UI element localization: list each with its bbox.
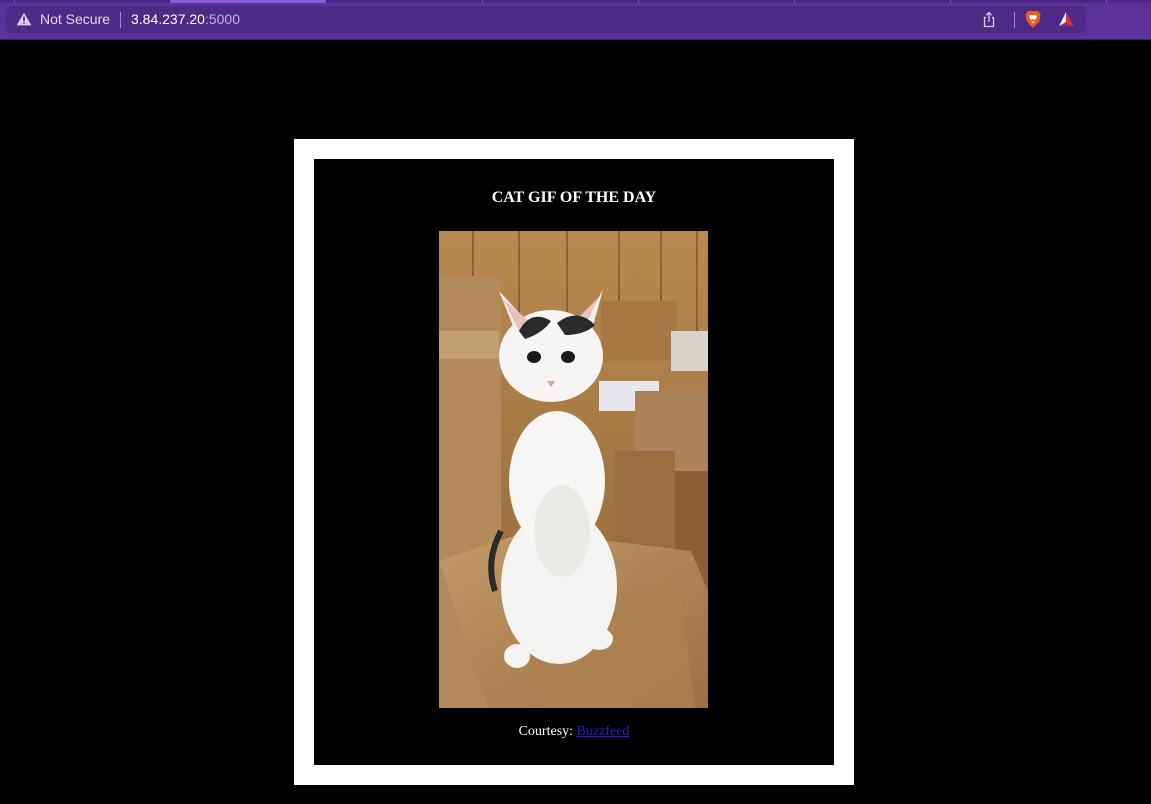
address-bar[interactable]: Not Secure 3.84.237.20:5000	[6, 6, 1086, 33]
courtesy-label: Courtesy:	[518, 724, 577, 739]
courtesy-line: Courtesy: Buzzfeed	[314, 724, 834, 740]
browser-toolbar: Not Secure 3.84.237.20:5000	[0, 0, 1151, 40]
security-status-label[interactable]: Not Secure	[40, 11, 110, 27]
brave-shields-icon[interactable]	[1024, 10, 1042, 29]
url-host: 3.84.237.20	[131, 11, 205, 27]
warning-triangle-icon[interactable]	[16, 12, 32, 26]
url-port: :5000	[204, 11, 241, 27]
page-title: CAT GIF OF THE DAY	[491, 189, 657, 206]
buzzfeed-link[interactable]: Buzzfeed	[577, 724, 630, 739]
cat-gif-image	[439, 231, 708, 708]
url-text[interactable]: 3.84.237.20:5000	[131, 11, 240, 27]
tab-separator	[482, 0, 483, 3]
tab-separator	[14, 0, 15, 3]
share-icon[interactable]	[982, 11, 996, 28]
tab-separator	[794, 0, 795, 3]
brave-rewards-icon[interactable]	[1058, 11, 1074, 27]
tab-separator	[950, 0, 951, 3]
url-divider	[120, 12, 121, 28]
tab-separator	[1106, 0, 1107, 3]
active-tab[interactable]	[170, 0, 326, 3]
tab-strip	[0, 0, 1151, 3]
tab-separator	[638, 0, 639, 3]
extensions-divider	[1014, 12, 1015, 28]
cat-gif-card: CAT GIF OF THE DAY Courtesy: Buzzfeed	[294, 139, 854, 785]
